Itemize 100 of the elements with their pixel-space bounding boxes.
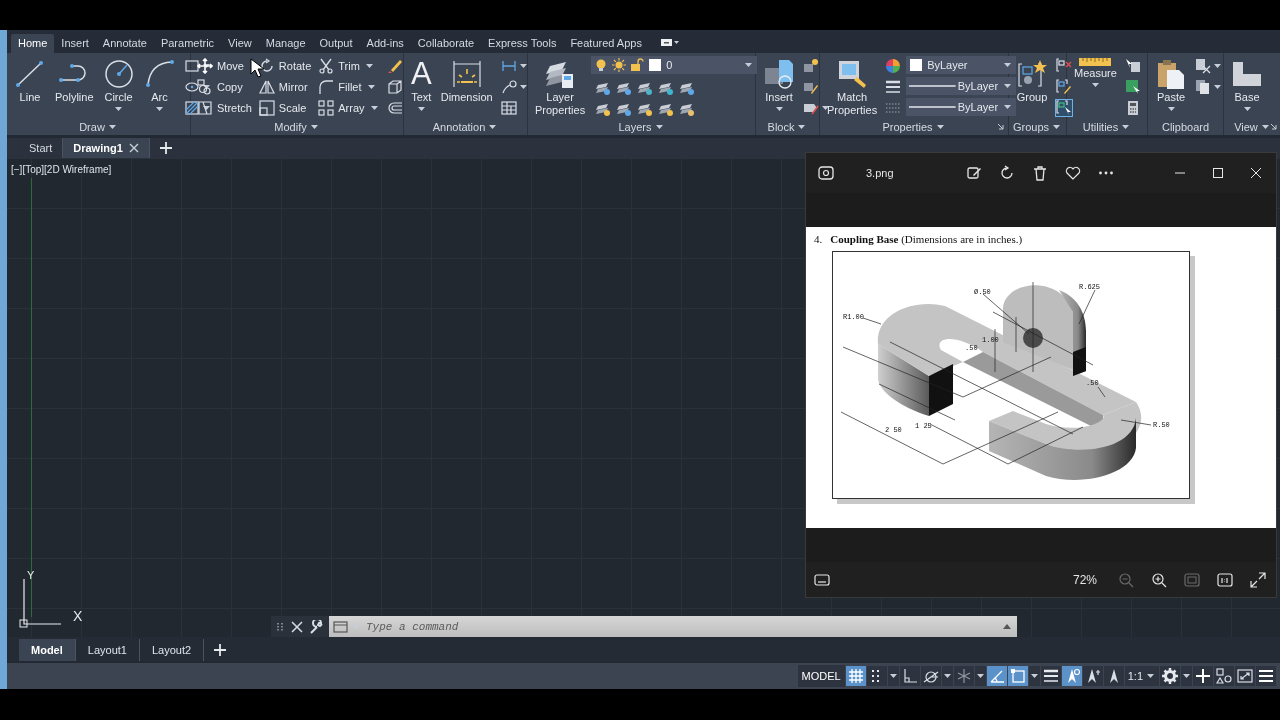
panel-title[interactable]: Groups (1012, 121, 1050, 133)
tool-button[interactable]: Polyline (52, 56, 97, 106)
model-space-button[interactable]: MODEL (797, 665, 845, 687)
ribbon-tab[interactable]: Home (11, 34, 55, 53)
tool-button[interactable]: Array (316, 98, 382, 118)
caret-icon[interactable] (653, 123, 665, 131)
caret-icon[interactable] (941, 672, 953, 680)
close-icon[interactable] (291, 620, 303, 633)
tool-button[interactable]: Fillet (316, 77, 382, 97)
tool-button[interactable]: Match Properties (824, 56, 881, 119)
panel-title[interactable]: View (1234, 121, 1258, 133)
layer-tool-icon[interactable] (637, 101, 654, 117)
caret-icon[interactable] (934, 123, 946, 131)
history-arrow-icon[interactable] (1003, 624, 1011, 629)
ribbon-tab[interactable]: Output (312, 34, 360, 53)
viewer-control[interactable] (1151, 571, 1167, 588)
maximize-icon[interactable] (1212, 167, 1224, 179)
status-toggle[interactable] (899, 666, 920, 686)
tool-button[interactable]: Base (1228, 56, 1266, 115)
toolbar-button[interactable] (966, 165, 982, 181)
tool-button[interactable]: Circle (99, 56, 138, 115)
tool-button[interactable]: Trim (316, 56, 382, 76)
status-toggle[interactable] (866, 666, 887, 686)
layer-tool-icon[interactable] (616, 80, 633, 96)
ribbon-tab[interactable]: Manage (258, 34, 313, 53)
status-button[interactable] (1235, 666, 1255, 686)
wrench-icon[interactable] (309, 619, 323, 634)
close-icon[interactable] (128, 143, 139, 153)
property-dropdown[interactable]: ByLayer (906, 56, 1017, 74)
layout-tab[interactable]: Layout2 (139, 639, 205, 661)
tool-button[interactable]: Dimension (437, 56, 496, 106)
status-toggle[interactable] (1103, 666, 1124, 686)
file-tab[interactable]: Drawing1 (63, 138, 150, 158)
panel-title[interactable]: Modify (274, 121, 307, 133)
panel-title[interactable]: Draw (79, 121, 105, 133)
status-button[interactable] (1214, 666, 1234, 686)
tool-button[interactable] (1054, 98, 1074, 118)
tool-button[interactable]: A Text (408, 56, 435, 115)
tool-button[interactable]: Insert (760, 56, 798, 115)
close-icon[interactable] (1250, 167, 1262, 179)
status-toggle[interactable] (1007, 666, 1028, 686)
layer-tool-icon[interactable] (637, 80, 654, 96)
annotation-scale-button[interactable]: 1:1 (1124, 666, 1159, 686)
viewer-control[interactable] (814, 571, 830, 588)
ribbon-tab[interactable]: Parametric (153, 34, 222, 53)
tool-button[interactable]: Scale (256, 98, 314, 118)
tool-button[interactable]: Stretch (195, 98, 254, 118)
caret-icon[interactable] (308, 123, 320, 131)
panel-title[interactable]: Layers (618, 121, 652, 133)
ribbon-tab[interactable]: Annotate (95, 34, 154, 53)
caret-icon[interactable] (887, 672, 899, 680)
panel-title[interactable]: Utilities (1082, 121, 1119, 133)
caret-icon[interactable] (1120, 123, 1132, 131)
caret-icon[interactable] (1051, 123, 1063, 131)
status-toggle[interactable] (1082, 666, 1103, 686)
tool-button[interactable]: Mirror (256, 77, 314, 97)
layer-tool-icon[interactable] (679, 101, 696, 117)
layout-tab[interactable]: Model (19, 639, 76, 661)
property-dropdown[interactable]: ByLayer (906, 77, 1017, 95)
dialog-launcher-icon[interactable] (1270, 123, 1277, 130)
caret-icon[interactable] (487, 123, 499, 131)
layer-tool-icon[interactable] (595, 101, 612, 117)
tool-button[interactable]: Arc (140, 56, 179, 115)
tool-button[interactable]: Move (195, 56, 254, 76)
panel-title[interactable]: Properties (882, 121, 933, 133)
status-toggle[interactable] (845, 666, 866, 686)
status-toggle[interactable] (1061, 666, 1082, 686)
ribbon-tab[interactable]: Insert (54, 34, 96, 53)
ribbon-tab[interactable]: View (221, 34, 259, 53)
viewport-controls[interactable]: [−][Top][2D Wireframe] (11, 164, 112, 175)
tool-button[interactable]: Paste (1152, 56, 1190, 115)
caret-icon[interactable] (1259, 123, 1271, 131)
layout-tab[interactable]: Layout1 (75, 639, 140, 661)
tool-button[interactable]: Copy (195, 77, 254, 97)
dialog-launcher-icon[interactable] (997, 123, 1004, 130)
status-toggle[interactable] (953, 666, 974, 686)
caret-icon[interactable] (106, 123, 118, 131)
tool-button[interactable]: Measure (1071, 56, 1120, 91)
layer-dropdown[interactable]: 0 (591, 56, 758, 74)
ribbon-tab[interactable]: Featured Apps (563, 34, 649, 53)
status-toggle[interactable] (920, 666, 941, 686)
caret-icon[interactable] (974, 672, 986, 680)
layer-tool-icon[interactable] (658, 101, 675, 117)
property-dropdown[interactable]: ByLayer (906, 98, 1017, 116)
caret-icon[interactable] (1181, 672, 1192, 680)
command-field[interactable]: Type a command (329, 616, 1017, 637)
toolbar-button[interactable] (999, 165, 1015, 181)
toolbar-button[interactable] (1032, 165, 1048, 181)
tool-button[interactable]: Layer Properties (532, 56, 589, 119)
status-button[interactable] (1160, 666, 1180, 686)
status-button[interactable] (1193, 666, 1213, 686)
tool-button[interactable]: Line (11, 56, 49, 106)
layer-tool-icon[interactable] (616, 101, 633, 117)
toolbar-button[interactable] (1065, 165, 1081, 181)
ribbon-tab[interactable]: Add-ins (359, 34, 411, 53)
ribbon-tab[interactable]: Express Tools (481, 34, 564, 53)
grip-icon[interactable] (275, 621, 285, 632)
panel-toggle-icon[interactable] (660, 39, 679, 47)
panel-title[interactable]: Annotation (432, 121, 486, 133)
layer-tool-icon[interactable] (658, 80, 675, 96)
